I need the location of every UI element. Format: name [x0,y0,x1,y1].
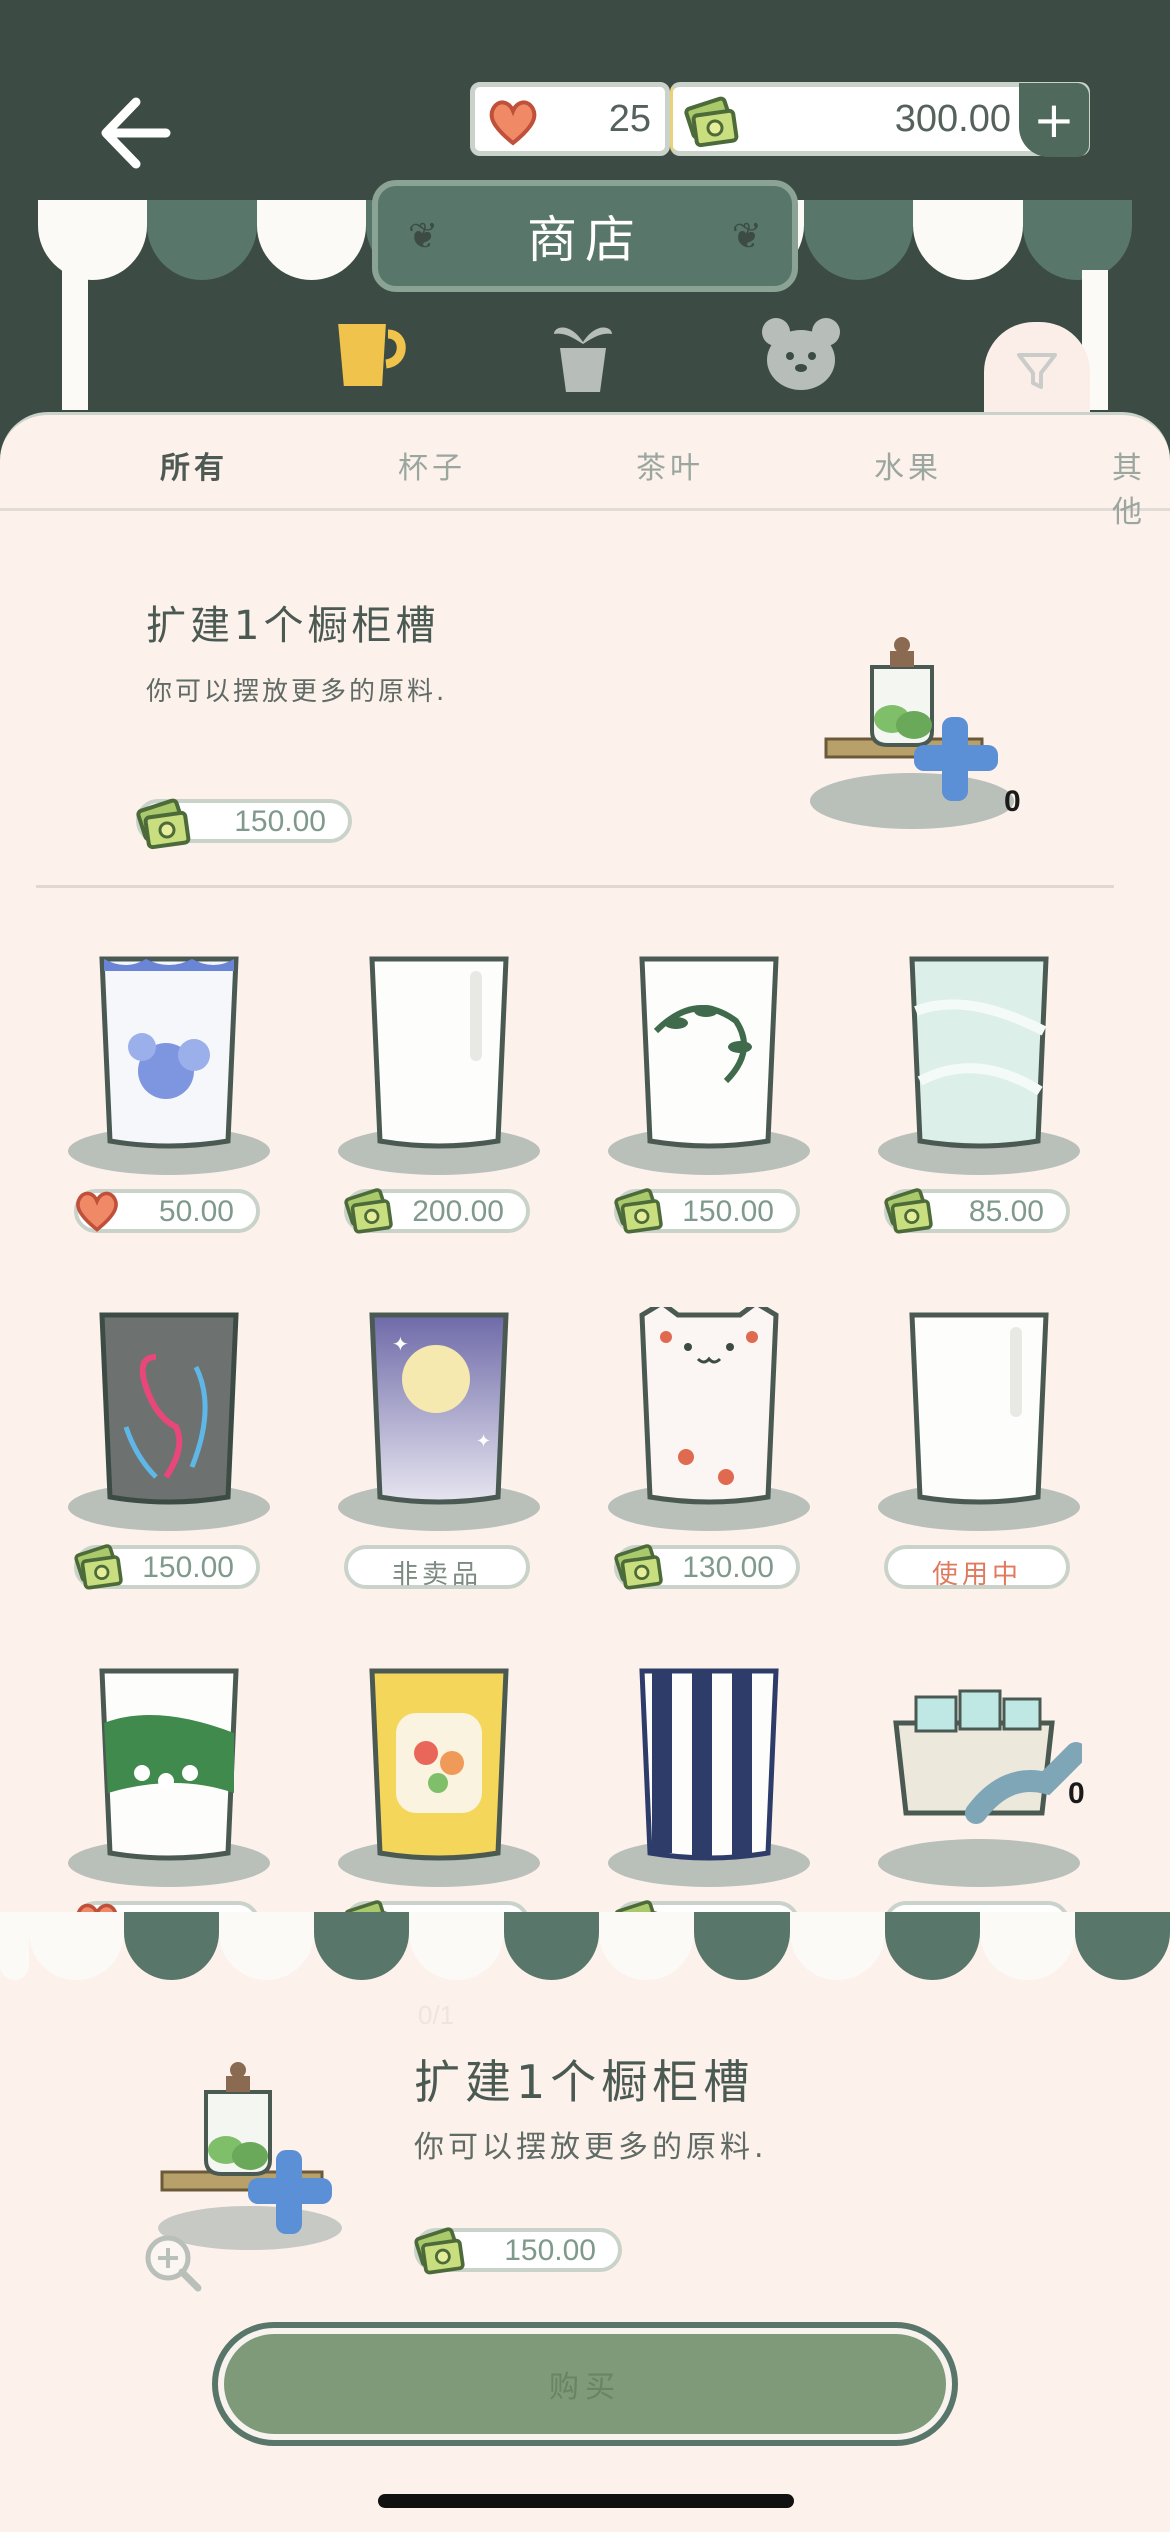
tab-cups[interactable]: 杯子 [398,443,466,487]
hearts-counter: 25 [470,82,670,156]
item-status: 非卖品 [344,1545,530,1590]
navy-stripe-cup-icon [639,1668,779,1861]
item-plain-cup[interactable]: 200.00 [336,951,542,1251]
shop-panel: 所有 杯子 茶叶 水果 其他 扩建1个橱柜槽 你可以摆放更多的原料. 150.0… [0,412,1170,1912]
plain-cup-icon [369,956,509,1149]
mug-icon [333,320,406,390]
ice-box-icon [893,1689,1082,1824]
money-counter: 300.00 + [670,82,1090,157]
item-cat-cup[interactable]: 130.00 [606,1307,812,1607]
lily-cup-icon [99,1668,239,1861]
plain-cup-icon [909,1312,1049,1505]
item-price [884,1901,1070,1912]
blue-floral-cup-icon [99,956,239,1149]
feature-title: 扩建1个橱柜槽 [146,603,440,649]
svg-text:✦: ✦ [476,1431,491,1452]
item-price: 150.00 [614,1188,800,1234]
tab-fruit[interactable]: 水果 [874,443,942,487]
item-owned-count: 0 [1068,1777,1085,1810]
tab-tea[interactable]: 茶叶 [636,443,704,487]
leaf-icon: ❦ [408,216,439,257]
item-yellow-floral-cup[interactable] [336,1663,542,1912]
vine-cup-icon [639,956,779,1149]
money-icon [136,798,191,850]
item-price: 130.00 [614,1544,800,1590]
filter-icon [1017,353,1057,389]
shelf-jar-icon [810,637,1014,829]
money-icon [614,1188,663,1234]
feature-desc: 你可以摆放更多的原料. [146,677,448,707]
item-blue-floral-cup[interactable]: 50.00 [66,951,272,1251]
category-cup-tab[interactable] [326,312,412,398]
flamingo-cup-icon [99,1312,239,1505]
back-arrow-icon [101,97,171,169]
money-icon [614,1544,663,1590]
money-icon [344,1900,393,1912]
yellow-floral-cup-icon [369,1668,509,1861]
money-icon [344,1188,393,1234]
category-plant-tab[interactable] [540,312,626,398]
item-moon-cup[interactable]: ✦ ✦ 非卖品 [336,1307,542,1607]
item-vine-cup[interactable]: 150.00 [606,951,812,1251]
money-value: 300.00 [894,97,1011,140]
home-indicator[interactable] [378,2494,794,2508]
filter-button[interactable] [984,322,1090,420]
marble-cup-icon [909,956,1049,1149]
heart-icon [76,1903,118,1912]
back-button[interactable] [96,88,176,178]
money-icon [614,1900,663,1912]
tab-all[interactable]: 所有 [160,443,228,487]
feature-owned-count: 0 [1004,785,1021,818]
cat-cup-icon [639,1307,779,1505]
detail-desc: 你可以摆放更多的原料. [414,2130,768,2165]
leaf-icon: ❦ [731,216,762,257]
item-ice-box[interactable]: 0 [876,1663,1085,1912]
item-price: 85.00 [884,1188,1070,1234]
item-price [74,1901,260,1912]
money-icon [884,1188,933,1234]
detail-price: 150.00 [414,2227,622,2275]
plant-icon [554,327,612,392]
item-price [614,1900,800,1912]
shop-sign: ❦ 商店 ❦ [372,180,798,292]
item-plain-cup-in-use[interactable]: 使用中 [876,1307,1082,1607]
shop-title: 商店 [527,211,643,269]
item-lily-cup[interactable] [66,1663,272,1912]
buy-label: 购买 [549,2370,621,2405]
buy-button[interactable]: 购买 [212,2322,958,2446]
detail-title: 扩建1个橱柜槽 [414,2055,755,2109]
money-icon [414,2227,465,2275]
item-price: 200.00 [344,1188,530,1234]
bear-icon [762,318,840,390]
heart-icon [76,1191,118,1232]
bottom-awning [0,1912,1170,1980]
stock-count: 0/1 [418,2000,455,2030]
hearts-value: 25 [608,97,651,140]
tab-other[interactable]: 其他 [1112,443,1170,531]
svg-text:✦: ✦ [392,1332,409,1356]
zoom-icon[interactable] [140,2230,206,2296]
money-icon [684,96,739,148]
awning-pole-left [62,270,88,410]
feature-price: 150.00 [136,798,352,850]
item-flamingo-cup[interactable]: 150.00 [66,1307,272,1607]
filter-tabs: 所有 杯子 茶叶 水果 其他 [0,415,1170,530]
divider [36,885,1114,888]
money-icon [74,1544,123,1590]
category-pet-tab[interactable] [758,312,844,398]
item-marble-cup[interactable]: 85.00 [876,951,1082,1251]
item-price: 50.00 [74,1189,260,1233]
add-money-button[interactable]: + [1019,83,1089,157]
item-price: 150.00 [74,1544,260,1590]
heart-icon [489,100,537,146]
detail-sheet: 0/1 扩建1个橱柜槽 你可以摆放更多的原料. 150.00 购买 [0,1912,1170,2532]
item-price [344,1900,530,1912]
item-status: 使用中 [884,1545,1070,1590]
moon-cup-icon: ✦✦ [369,1312,509,1505]
plus-icon: + [1033,91,1075,149]
item-navy-stripe-cup[interactable] [606,1663,812,1912]
